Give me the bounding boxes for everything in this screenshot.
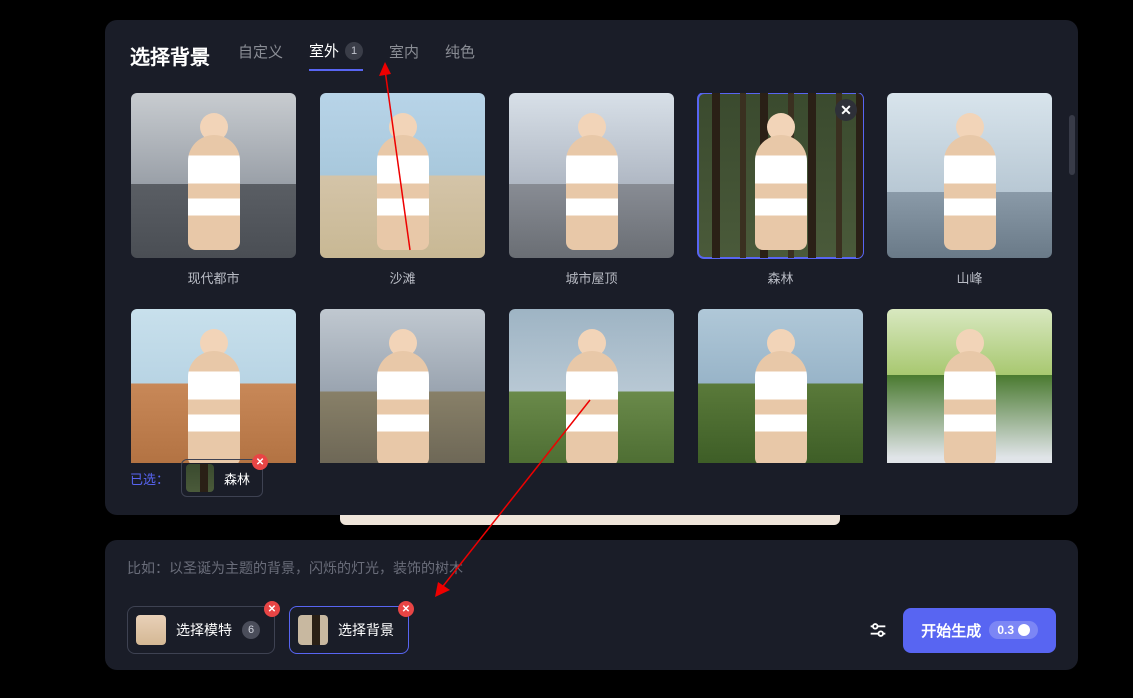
- cost-badge: 0.3: [989, 621, 1038, 639]
- tab-custom[interactable]: 自定义: [238, 40, 283, 71]
- clear-model-icon[interactable]: ✕: [264, 601, 280, 617]
- tab-outdoor[interactable]: 室外1: [309, 40, 363, 71]
- bottom-controls: 选择模特 6 ✕ 选择背景 ✕ 开始生成 0.3: [127, 606, 1056, 654]
- canvas-preview-slice: [340, 515, 840, 525]
- bg-card-grassland[interactable]: [508, 309, 675, 463]
- background-thumb: [298, 615, 328, 645]
- panel-header: 选择背景 自定义 室外1 室内 纯色: [130, 40, 1053, 71]
- scrollbar[interactable]: [1069, 115, 1075, 175]
- select-model-pill[interactable]: 选择模特 6 ✕: [127, 606, 275, 654]
- bg-card-peak[interactable]: 山峰: [886, 93, 1053, 287]
- clear-background-icon[interactable]: ✕: [398, 601, 414, 617]
- model-count-badge: 6: [242, 621, 260, 639]
- selected-row: 已选： 森林 ✕: [130, 459, 263, 497]
- generate-button[interactable]: 开始生成 0.3: [903, 608, 1056, 653]
- deselect-icon[interactable]: ✕: [835, 99, 857, 121]
- remove-selection-icon[interactable]: ✕: [252, 454, 268, 470]
- tab-bar: 自定义 室外1 室内 纯色: [238, 40, 475, 71]
- bg-card-desert[interactable]: [130, 309, 297, 463]
- tab-indoor[interactable]: 室内: [389, 40, 419, 71]
- selected-thumb: [186, 464, 214, 492]
- coin-icon: [1018, 624, 1030, 636]
- panel-title: 选择背景: [130, 41, 210, 70]
- select-background-pill[interactable]: 选择背景 ✕: [289, 606, 409, 654]
- background-grid: 现代都市 沙滩 城市屋顶 ✕森林 山峰: [130, 93, 1053, 463]
- bg-card-vineyard[interactable]: [697, 309, 864, 463]
- bottom-bar: 比如：以圣诞为主题的背景，闪烁的灯光，装饰的树木 选择模特 6 ✕ 选择背景 ✕…: [105, 540, 1078, 670]
- model-thumb: [136, 615, 166, 645]
- tab-solid[interactable]: 纯色: [445, 40, 475, 71]
- background-selector-panel: 选择背景 自定义 室外1 室内 纯色 现代都市 沙滩 城市屋顶 ✕森林 山峰 已…: [105, 20, 1078, 515]
- prompt-placeholder[interactable]: 比如：以圣诞为主题的背景，闪烁的灯光，装饰的树木: [127, 558, 1056, 578]
- bg-card-beach[interactable]: 沙滩: [319, 93, 486, 287]
- bg-card-rooftop[interactable]: 城市屋顶: [508, 93, 675, 287]
- settings-icon[interactable]: [867, 619, 889, 641]
- selected-label: 已选：: [130, 469, 169, 488]
- bg-card-city[interactable]: 现代都市: [130, 93, 297, 287]
- bg-card-village[interactable]: [319, 309, 486, 463]
- bg-card-park[interactable]: [886, 309, 1053, 463]
- bg-card-forest[interactable]: ✕森林: [697, 93, 864, 287]
- selected-chip[interactable]: 森林 ✕: [181, 459, 263, 497]
- tab-badge: 1: [345, 42, 363, 60]
